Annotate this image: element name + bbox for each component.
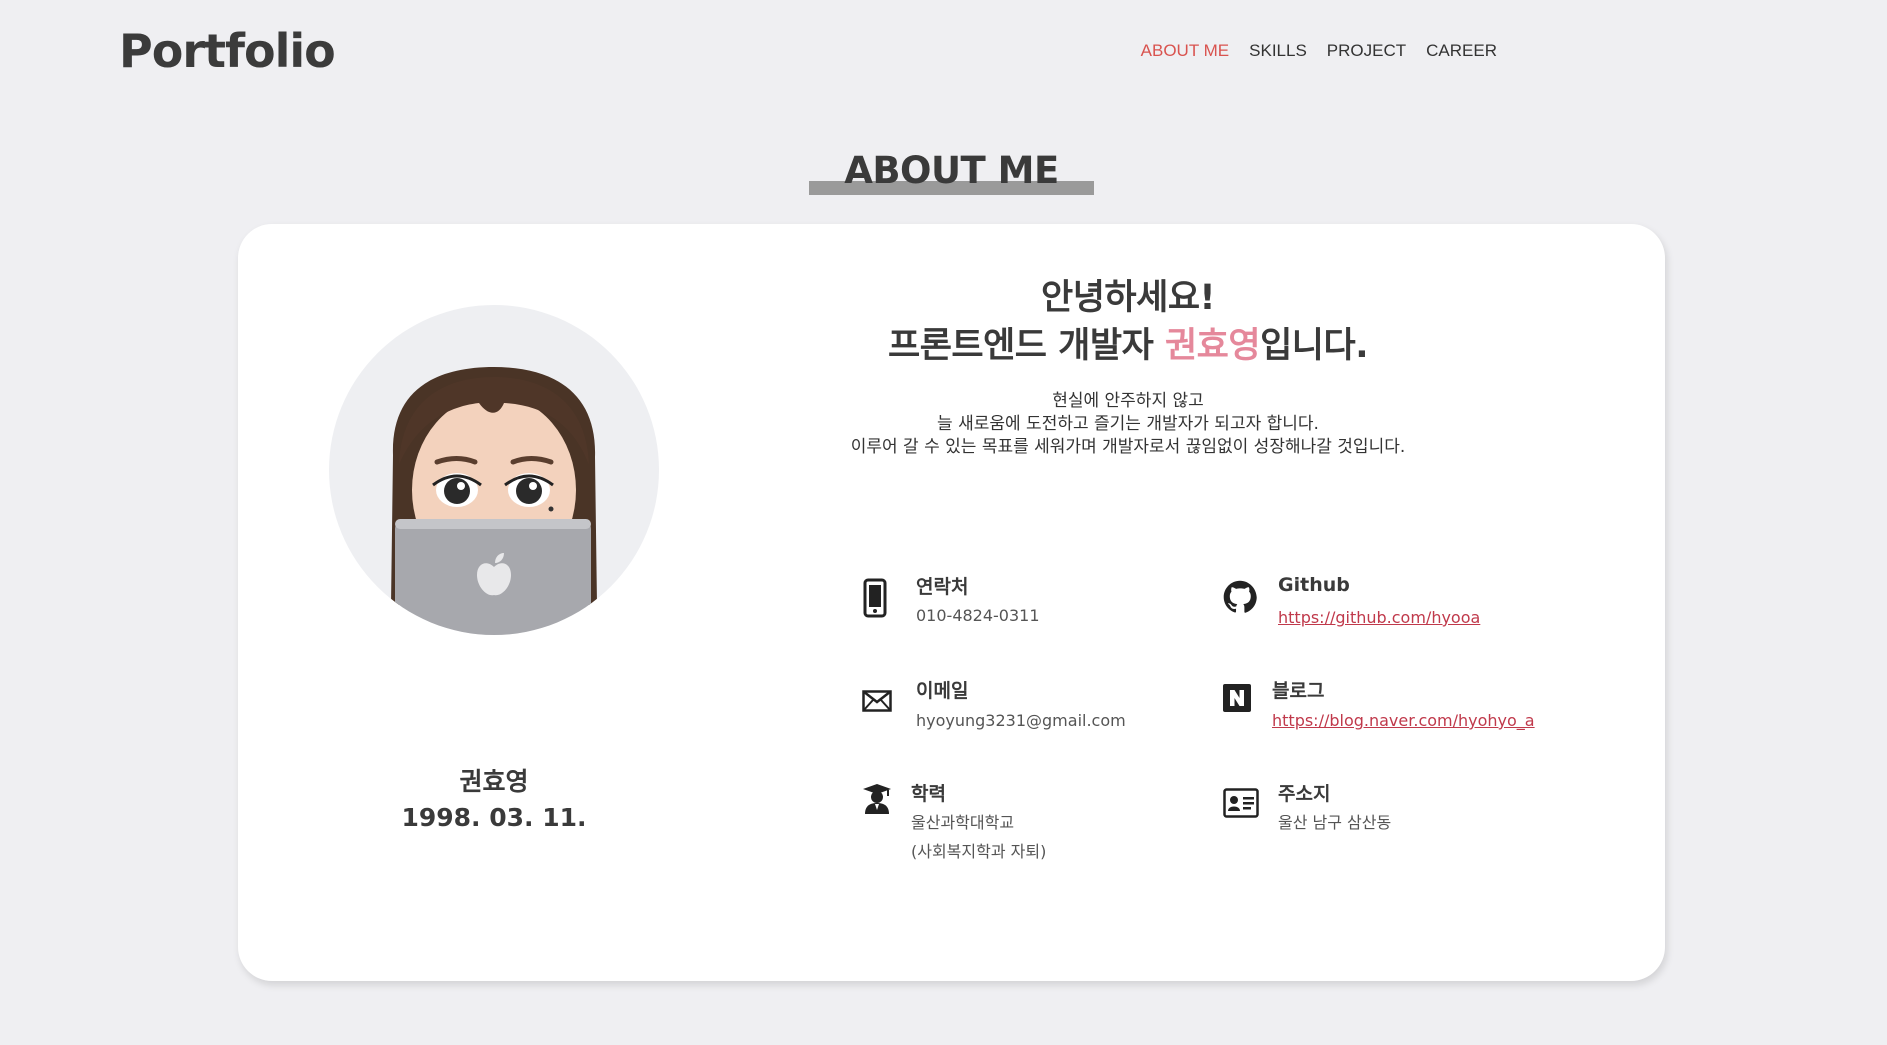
avatar xyxy=(329,305,659,635)
profile-birth: 1998. 03. 11. xyxy=(401,803,587,832)
info-value: 울산 남구 삼산동 xyxy=(1278,813,1392,832)
intro-line-suffix: 입니다. xyxy=(1260,326,1368,366)
intro-line-prefix: 프론트엔드 개발자 xyxy=(888,326,1165,366)
profile-info: 권효영 1998. 03. 11. xyxy=(294,764,694,836)
profile-name: 권효영 xyxy=(459,767,529,796)
intro-heading: 안녕하세요! 프론트엔드 개발자 권효영입니다. xyxy=(838,274,1418,370)
graduate-icon xyxy=(863,784,891,814)
intro-desc-line: 늘 새로움에 도전하고 즐기는 개발자가 되고자 합니다. xyxy=(937,414,1319,434)
about-card: 권효영 1998. 03. 11. 안녕하세요! 프론트엔드 개발자 권효영입니… xyxy=(238,224,1665,981)
memoji-laptop-avatar-icon xyxy=(391,367,597,635)
section-heading: ABOUT ME xyxy=(844,149,1059,192)
nav-career[interactable]: CAREER xyxy=(1426,41,1497,61)
top-nav: ABOUT ME SKILLS PROJECT CAREER xyxy=(1141,41,1497,61)
info-value: 울산과학대학교 xyxy=(911,813,1015,832)
intro-desc-line: 이루어 갈 수 있는 목표를 세워가며 개발자로서 끊임없이 성장해나갈 것입니… xyxy=(850,437,1406,457)
nav-project[interactable]: PROJECT xyxy=(1327,41,1406,61)
info-value: 010-4824-0311 xyxy=(916,606,1040,625)
info-label: 학력 xyxy=(911,783,946,805)
info-label: Github xyxy=(1278,574,1350,596)
nav-about-me[interactable]: ABOUT ME xyxy=(1141,41,1229,61)
intro: 안녕하세요! 프론트엔드 개발자 권효영입니다. 현실에 안주하지 않고 늘 새… xyxy=(838,274,1418,459)
info-value: hyoyung3231@gmail.com xyxy=(916,711,1126,730)
logo[interactable]: Portfolio xyxy=(119,24,336,78)
info-value-detail: (사회복지학과 자퇴) xyxy=(911,842,1047,861)
blog-link[interactable]: https://blog.naver.com/hyohyo_a xyxy=(1272,706,1535,735)
info-label: 블로그 xyxy=(1272,680,1325,702)
nav-skills[interactable]: SKILLS xyxy=(1249,41,1307,61)
intro-greeting: 안녕하세요! xyxy=(1041,278,1215,318)
id-card-icon xyxy=(1223,788,1259,818)
intro-description: 현실에 안주하지 않고 늘 새로움에 도전하고 즐기는 개발자가 되고자 합니다… xyxy=(838,390,1418,459)
info-label: 주소지 xyxy=(1278,783,1331,805)
naver-icon[interactable] xyxy=(1223,684,1251,712)
info-label: 이메일 xyxy=(916,680,969,702)
github-link[interactable]: https://github.com/hyooa xyxy=(1278,603,1480,632)
intro-desc-line: 현실에 안주하지 않고 xyxy=(1052,391,1204,411)
github-icon[interactable] xyxy=(1223,580,1257,614)
phone-icon xyxy=(863,578,887,618)
info-label: 연락처 xyxy=(916,576,969,598)
section-title: ABOUT ME xyxy=(809,147,1094,195)
intro-highlight-name: 권효영 xyxy=(1164,326,1261,366)
mail-icon xyxy=(862,690,892,712)
